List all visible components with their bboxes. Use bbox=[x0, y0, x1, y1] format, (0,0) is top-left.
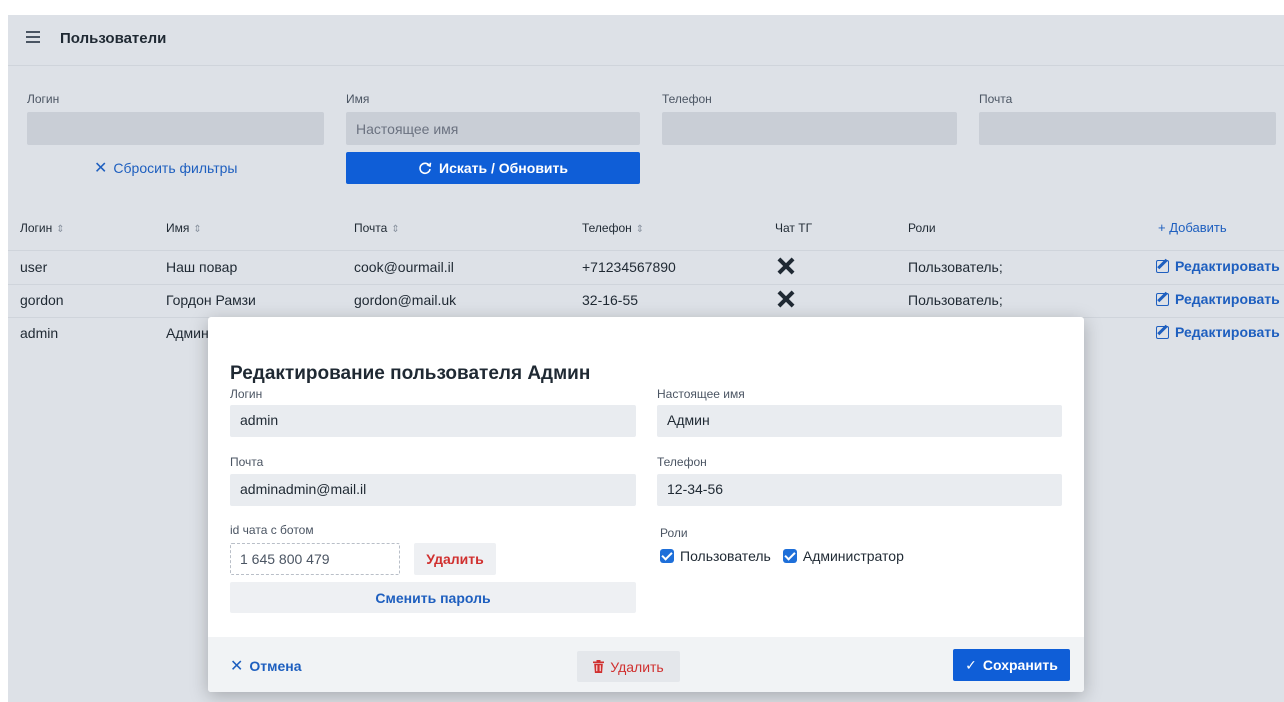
cell-roles: Пользователь; bbox=[908, 292, 1003, 308]
edit-user-button[interactable]: Редактировать bbox=[1156, 324, 1280, 340]
role-user-checkbox[interactable] bbox=[660, 549, 674, 563]
cell-login: user bbox=[20, 259, 48, 275]
filter-login-input[interactable] bbox=[27, 112, 324, 145]
trash-icon bbox=[593, 660, 605, 673]
no-tg-chat-icon bbox=[776, 289, 796, 309]
edit-icon bbox=[1156, 259, 1169, 273]
chat-id-field[interactable]: 1 645 800 479 bbox=[230, 543, 400, 575]
sort-icon: ⇕ bbox=[193, 224, 202, 235]
cell-name: Наш повар bbox=[166, 259, 238, 275]
roles-group: Пользователь Администратор bbox=[660, 548, 904, 564]
filter-phone-input[interactable] bbox=[662, 112, 957, 145]
change-password-button[interactable]: Сменить пароль bbox=[230, 582, 636, 613]
login-field[interactable]: admin bbox=[230, 405, 636, 437]
filter-mail-input[interactable] bbox=[979, 112, 1276, 145]
hamburger-menu-icon[interactable] bbox=[26, 31, 40, 43]
edit-icon bbox=[1156, 292, 1169, 306]
cell-mail: cook@ourmail.il bbox=[354, 259, 454, 275]
cell-login: admin bbox=[20, 325, 59, 341]
edit-user-button[interactable]: Редактировать bbox=[1156, 291, 1280, 307]
cell-roles: Пользователь; bbox=[908, 259, 1003, 275]
table-row: user Наш повар cook@ourmail.il +71234567… bbox=[8, 251, 1284, 285]
phone-field[interactable]: 12-34-56 bbox=[657, 474, 1062, 506]
delete-chat-button[interactable]: Удалить bbox=[414, 543, 496, 575]
filter-phone-label: Телефон bbox=[662, 92, 712, 106]
reset-filters-label: Сбросить фильтры bbox=[113, 160, 238, 176]
filter-mail-label: Почта bbox=[979, 92, 1013, 106]
mail-field[interactable]: adminadmin@mail.il bbox=[230, 474, 636, 506]
phone-label: Телефон bbox=[657, 455, 707, 469]
cancel-button[interactable]: ✕ Отмена bbox=[230, 656, 302, 676]
sort-icon: ⇕ bbox=[56, 224, 65, 235]
cell-login: gordon bbox=[20, 292, 64, 308]
no-tg-chat-icon bbox=[776, 256, 796, 276]
cell-mail: gordon@mail.uk bbox=[354, 292, 457, 308]
column-header-roles: Роли bbox=[908, 221, 936, 235]
edit-user-button[interactable]: Редактировать bbox=[1156, 258, 1280, 274]
column-header-login[interactable]: Логин ⇕ bbox=[20, 221, 65, 235]
cell-phone: +71234567890 bbox=[582, 259, 676, 275]
cell-phone: 32-16-55 bbox=[582, 292, 639, 308]
dialog-title: Редактирование пользователя Админ bbox=[230, 363, 591, 384]
cell-name: Гордон Рамзи bbox=[166, 292, 256, 308]
login-label: Логин bbox=[230, 387, 263, 401]
filter-name-label: Имя bbox=[346, 92, 370, 106]
column-header-name[interactable]: Имя ⇕ bbox=[166, 221, 202, 235]
realname-field[interactable]: Админ bbox=[657, 405, 1062, 437]
roles-label: Роли bbox=[660, 526, 688, 540]
chat-id-label: id чата с ботом bbox=[230, 523, 314, 537]
table-row: gordon Гордон Рамзи gordon@mail.uk 32-16… bbox=[8, 284, 1284, 318]
realname-label: Настоящее имя bbox=[657, 387, 745, 401]
add-user-button[interactable]: + Добавить bbox=[1158, 220, 1227, 235]
cell-name: Админ bbox=[166, 325, 209, 341]
search-refresh-label: Искать / Обновить bbox=[439, 160, 568, 176]
role-user-label: Пользователь bbox=[680, 548, 771, 564]
save-button[interactable]: ✓ Сохранить bbox=[953, 649, 1070, 681]
delete-user-button[interactable]: Удалить bbox=[577, 651, 680, 682]
mail-label: Почта bbox=[230, 455, 264, 469]
check-icon: ✓ bbox=[965, 656, 977, 673]
search-refresh-button[interactable]: Искать / Обновить bbox=[346, 152, 640, 184]
page-title: Пользователи bbox=[60, 30, 167, 47]
dialog-footer: ✕ Отмена Удалить ✓ Сохранить bbox=[208, 637, 1084, 692]
sort-icon: ⇕ bbox=[635, 224, 645, 235]
close-icon: ✕ bbox=[94, 160, 108, 177]
sort-icon: ⇕ bbox=[391, 224, 400, 235]
edit-icon bbox=[1156, 325, 1169, 339]
edit-user-dialog: Редактирование пользователя Админ Логин … bbox=[208, 317, 1084, 692]
column-header-tg-chat: Чат ТГ bbox=[775, 221, 813, 235]
filter-login-label: Логин bbox=[27, 92, 60, 106]
close-icon: ✕ bbox=[230, 658, 244, 675]
reset-filters-button[interactable]: ✕ Сбросить фильтры bbox=[94, 158, 238, 178]
column-header-mail[interactable]: Почта ⇕ bbox=[354, 221, 400, 235]
filter-name-input[interactable] bbox=[346, 112, 640, 145]
refresh-icon bbox=[419, 162, 432, 175]
role-admin-checkbox[interactable] bbox=[782, 549, 797, 563]
column-header-phone[interactable]: Телефон ⇕ bbox=[582, 221, 644, 235]
top-bar: Пользователи bbox=[8, 15, 1284, 66]
role-admin-label: Администратор bbox=[802, 548, 904, 564]
